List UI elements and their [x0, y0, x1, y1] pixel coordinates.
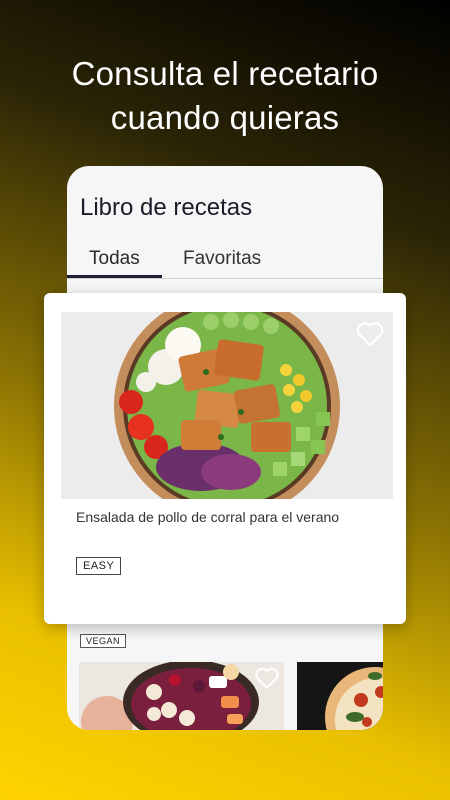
pizza-image [297, 662, 383, 730]
tab-divider [67, 278, 383, 279]
recipe-title: Ensalada de pollo de corral para el vera… [76, 509, 340, 525]
recipe-thumbnail-bowl[interactable] [79, 662, 284, 730]
headline: Consulta el recetario cuando quieras [0, 52, 450, 140]
recipe-thumbnail-pizza[interactable] [297, 662, 383, 730]
page-title: Libro de recetas [80, 194, 253, 221]
tab-todas[interactable]: Todas [89, 248, 140, 270]
heart-outline-icon[interactable] [355, 320, 385, 348]
tab-favoritas[interactable]: Favoritas [183, 248, 261, 270]
salad-bowl-image [61, 312, 393, 499]
vegan-badge: VEGAN [80, 634, 127, 648]
featured-recipe-card[interactable]: Ensalada de pollo de corral para el vera… [44, 293, 406, 624]
difficulty-badge: EASY [76, 557, 122, 575]
heart-outline-icon[interactable] [254, 666, 280, 690]
tab-bar: Todas Favoritas [67, 248, 383, 278]
headline-line-2: cuando quieras [110, 99, 340, 136]
headline-line-1: Consulta el recetario [71, 55, 379, 92]
recipe-image [61, 312, 393, 499]
